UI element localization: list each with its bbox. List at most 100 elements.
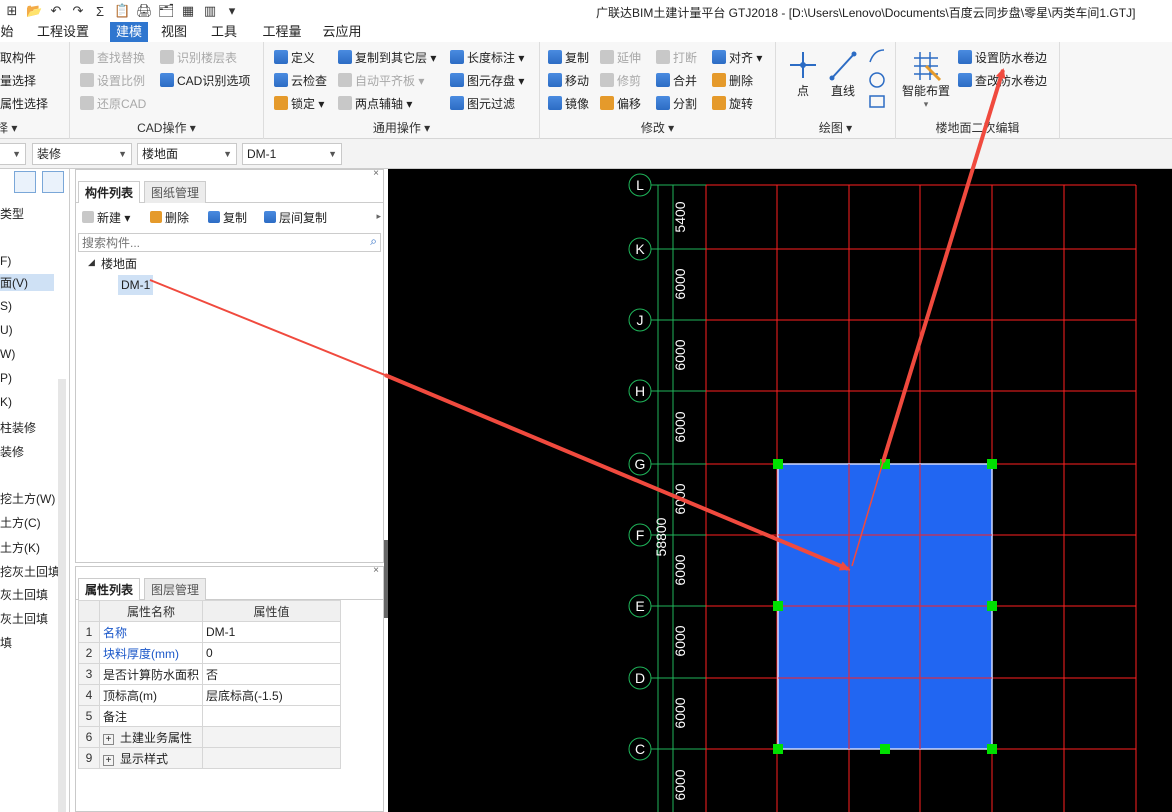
trim-button[interactable]: 修剪: [600, 70, 641, 90]
nav-item[interactable]: 装修: [0, 443, 24, 460]
close-icon[interactable]: ×: [373, 168, 379, 179]
property-value[interactable]: [202, 705, 342, 727]
identify-floor-table-button[interactable]: 识别楼层表: [160, 47, 237, 67]
menu-tools[interactable]: 工具: [210, 22, 238, 42]
copy-button[interactable]: 复制: [548, 47, 589, 67]
find-replace-button[interactable]: 查找替换: [80, 47, 145, 67]
nav-item[interactable]: U): [0, 323, 13, 337]
arc-tools-icon[interactable]: [866, 46, 888, 112]
align-button[interactable]: 对齐 ▾: [712, 47, 762, 67]
type-select[interactable]: 楼地面 ▼: [137, 143, 237, 165]
tree-item-dm1[interactable]: DM-1: [118, 275, 154, 295]
extend-button[interactable]: 延伸: [600, 47, 641, 67]
property-row[interactable]: 5 备注: [78, 705, 342, 727]
common-ops-title[interactable]: 通用操作 ▾: [264, 119, 539, 136]
define-button[interactable]: 定义: [274, 47, 315, 67]
tile-view-icon[interactable]: [42, 171, 64, 193]
property-value[interactable]: [202, 726, 342, 748]
property-row[interactable]: 9 + 显示样式: [78, 747, 342, 769]
tab-component-list[interactable]: 构件列表: [78, 181, 141, 203]
property-row[interactable]: 1 名称 DM-1: [78, 621, 342, 643]
property-row[interactable]: 6 + 土建业务属性: [78, 726, 342, 748]
tab-layer-management[interactable]: 图层管理: [144, 578, 207, 600]
nav-scrollbar[interactable]: [58, 379, 66, 812]
nav-item[interactable]: 灰土回填: [0, 586, 48, 603]
mirror-button[interactable]: 镜像: [548, 93, 589, 113]
cad-options-button[interactable]: CAD识别选项: [160, 70, 250, 90]
property-row[interactable]: 4 顶标高(m) 层底标高(-1.5): [78, 684, 342, 706]
copy-between-floors-button[interactable]: 层间复制: [264, 207, 327, 227]
copy-to-other-floor-button[interactable]: 复制到其它层 ▾: [338, 47, 436, 67]
category-select[interactable]: 装修 ▼: [32, 143, 132, 165]
menu-project-settings[interactable]: 工程设置: [36, 22, 90, 42]
nav-item[interactable]: 灰土回填: [0, 610, 48, 627]
expand-icon[interactable]: +: [103, 754, 114, 766]
list-view-icon[interactable]: [14, 171, 36, 193]
nav-item[interactable]: 面(V): [0, 274, 54, 291]
modify-waterproof-edge-button[interactable]: 查改防水卷边: [958, 70, 1047, 90]
set-waterproof-edge-button[interactable]: 设置防水卷边: [958, 47, 1047, 67]
property-row[interactable]: 3 是否计算防水面积否: [78, 663, 342, 685]
split-button[interactable]: 分割: [656, 93, 697, 113]
tree-root-label[interactable]: 楼地面: [101, 255, 137, 272]
menu-cloud[interactable]: 云应用: [322, 22, 362, 42]
nav-item[interactable]: 土方(K): [0, 539, 40, 556]
tab-drawing-management[interactable]: 图纸管理: [144, 181, 207, 203]
redo-icon[interactable]: ↷: [70, 3, 86, 19]
set-scale-button[interactable]: 设置比例: [80, 70, 145, 90]
layers-icon[interactable]: 🗂: [158, 3, 175, 19]
new-file-icon[interactable]: ⊞: [4, 3, 20, 19]
merge-button[interactable]: 合并: [656, 70, 697, 90]
menu-view[interactable]: 视图: [160, 22, 188, 42]
delete-button[interactable]: 删除: [712, 70, 753, 90]
nav-item[interactable]: W): [0, 347, 15, 361]
menu-start[interactable]: 始: [0, 22, 14, 42]
nav-item[interactable]: 挖灰土回填: [0, 563, 60, 580]
nav-item[interactable]: 填: [0, 634, 12, 651]
report-icon[interactable]: 📋: [114, 3, 130, 19]
nav-item[interactable]: 挖土方(W): [0, 490, 55, 507]
component-select[interactable]: DM-1 ▼: [242, 143, 342, 165]
grid-icon[interactable]: ▦: [180, 3, 196, 19]
more-actions-icon[interactable]: ▸: [376, 211, 381, 222]
smart-layout-button[interactable]: 智能布置 ▾: [902, 50, 950, 110]
nav-item[interactable]: F): [0, 254, 11, 268]
modify-group-title[interactable]: 修改 ▾: [540, 119, 775, 136]
smart-layout-dropdown-icon[interactable]: ▾: [924, 99, 929, 110]
expand-icon[interactable]: +: [103, 733, 114, 745]
cloud-check-button[interactable]: 云检查: [274, 70, 327, 90]
lock-button[interactable]: 锁定 ▾: [274, 93, 324, 113]
nav-item[interactable]: 柱装修: [0, 419, 36, 436]
two-point-axis-button[interactable]: 两点辅轴 ▾: [338, 93, 412, 113]
nav-item[interactable]: S): [0, 299, 12, 313]
menu-quantities[interactable]: 工程量: [262, 22, 302, 42]
element-filter-button[interactable]: 图元过滤: [450, 93, 515, 113]
auto-align-slab-button[interactable]: 自动平齐板 ▾: [338, 70, 424, 90]
sum-icon[interactable]: Σ: [92, 4, 108, 19]
table-icon[interactable]: ▥: [202, 3, 218, 19]
drawing-svg[interactable]: L K J H G F E D C 5400 6000 6000 6000 6000 6000 6000 600…: [388, 169, 1172, 812]
property-value[interactable]: 层底标高(-1.5): [202, 684, 342, 706]
nav-item[interactable]: 土方(C): [0, 514, 41, 531]
point-draw-button[interactable]: 点: [788, 48, 818, 99]
break-button[interactable]: 打断: [656, 47, 697, 67]
floor-select[interactable]: ▼: [0, 143, 26, 165]
property-value[interactable]: [202, 747, 342, 769]
menu-modeling[interactable]: 建模: [110, 22, 148, 42]
property-value[interactable]: DM-1: [202, 621, 342, 643]
search-icon[interactable]: ⌕: [370, 234, 377, 249]
pick-component-button[interactable]: 拾取构件: [0, 47, 36, 67]
copy-component-button[interactable]: 复制: [208, 207, 247, 227]
undo-icon[interactable]: ↶: [48, 3, 64, 19]
draw-group-title[interactable]: 绘图 ▾: [776, 119, 895, 136]
customize-dropdown-icon[interactable]: ▾: [224, 3, 240, 19]
save-element-button[interactable]: 图元存盘 ▾: [450, 70, 524, 90]
search-input[interactable]: [78, 233, 381, 252]
close-icon[interactable]: ×: [373, 565, 379, 576]
drawing-canvas[interactable]: L K J H G F E D C 5400 6000 6000 6000 6000 6000 6000 600…: [388, 169, 1172, 812]
move-button[interactable]: 移动: [548, 70, 589, 90]
offset-button[interactable]: 偏移: [600, 93, 641, 113]
cad-group-title[interactable]: CAD操作 ▾: [70, 119, 263, 136]
delete-component-button[interactable]: 删除: [150, 207, 189, 227]
nav-item[interactable]: P): [0, 371, 12, 385]
